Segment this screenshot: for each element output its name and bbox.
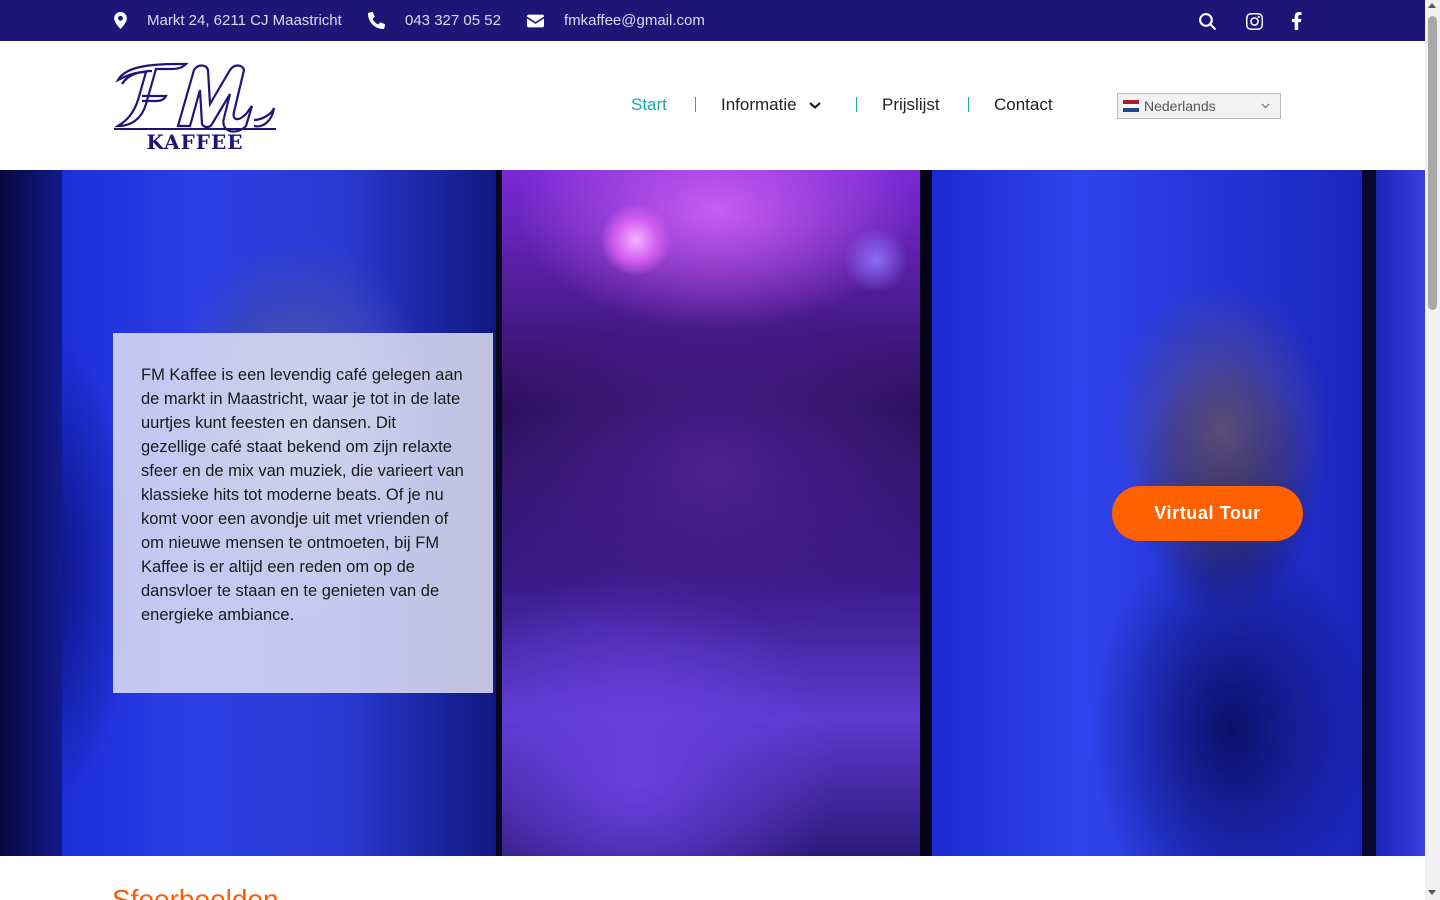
- nav-item-contact[interactable]: Contact: [994, 95, 1053, 115]
- email-text[interactable]: fmkaffee@gmail.com: [564, 12, 705, 29]
- scroll-down-arrow-icon[interactable]: [1428, 890, 1436, 895]
- chevron-down-icon: [808, 101, 821, 109]
- page-scrollbar[interactable]: [1425, 0, 1440, 900]
- language-select-value: Nederlands: [1144, 98, 1216, 114]
- chevron-down-icon: [1261, 103, 1270, 109]
- envelope-icon: [527, 14, 544, 27]
- phone-item[interactable]: 043 327 05 52: [368, 0, 501, 41]
- nav-item-prijslijst[interactable]: Prijslijst: [882, 95, 940, 115]
- hero-photo-center: [496, 170, 932, 856]
- intro-textbox: FM Kaffee is een levendig café gelegen a…: [113, 333, 493, 693]
- map-marker-icon: [114, 12, 127, 29]
- nav-item-informatie[interactable]: Informatie: [721, 95, 821, 115]
- virtual-tour-button[interactable]: Virtual Tour: [1112, 486, 1303, 541]
- site-header: KAFFEE Start Informatie Prijslijst Conta…: [0, 41, 1425, 170]
- instagram-icon[interactable]: [1243, 10, 1265, 32]
- nav-separator: [856, 97, 857, 112]
- nav-item-start[interactable]: Start: [631, 95, 667, 115]
- phone-text[interactable]: 043 327 05 52: [405, 12, 501, 29]
- facebook-icon[interactable]: [1285, 10, 1307, 32]
- scrollbar-thumb[interactable]: [1428, 16, 1437, 310]
- logo[interactable]: KAFFEE: [112, 60, 278, 154]
- email-item[interactable]: fmkaffee@gmail.com: [527, 0, 705, 41]
- scroll-up-arrow-icon[interactable]: [1428, 3, 1436, 8]
- netherlands-flag-icon: [1123, 100, 1139, 112]
- search-icon[interactable]: [1196, 10, 1218, 32]
- language-select[interactable]: Nederlands: [1117, 93, 1281, 119]
- nav-item-informatie-label: Informatie: [721, 95, 797, 114]
- section-title: Sfeerbeelden: [112, 884, 279, 900]
- nav-separator: [968, 97, 969, 112]
- address-text: Markt 24, 6211 CJ Maastricht: [147, 12, 342, 29]
- top-bar: Markt 24, 6211 CJ Maastricht 043 327 05 …: [0, 0, 1425, 41]
- nav-separator: [695, 97, 696, 112]
- intro-text: FM Kaffee is een levendig café gelegen a…: [141, 366, 464, 624]
- phone-icon: [368, 12, 385, 29]
- logo-text: KAFFEE: [147, 130, 244, 152]
- address-item: Markt 24, 6211 CJ Maastricht: [114, 0, 342, 41]
- hero-section: FM Kaffee is een levendig café gelegen a…: [0, 170, 1425, 856]
